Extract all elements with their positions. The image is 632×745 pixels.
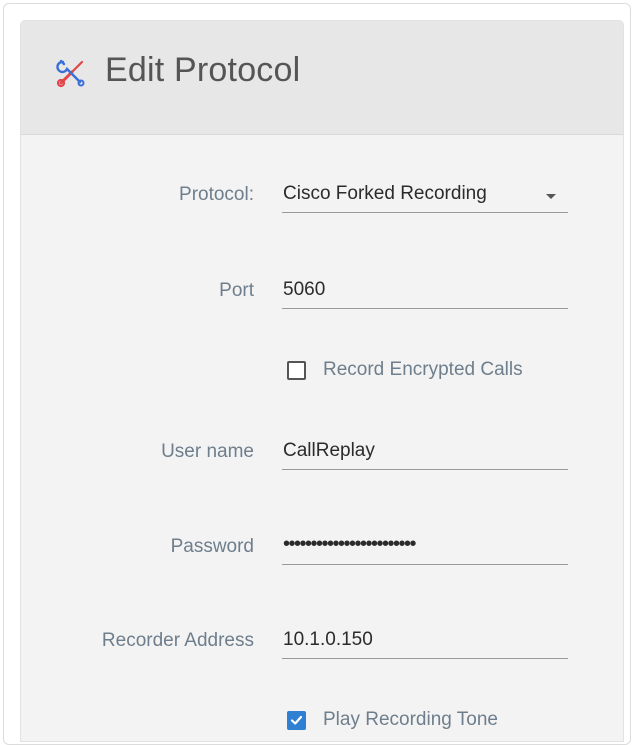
dialog-header: Edit Protocol [21, 21, 623, 135]
port-label: Port [219, 280, 254, 301]
recorder-address-input-value: 10.1.0.150 [283, 629, 373, 650]
chevron-down-icon[interactable] [546, 194, 556, 199]
recorder-address-input[interactable]: 10.1.0.150 [282, 620, 568, 659]
protocol-label: Protocol: [179, 184, 254, 205]
user-name-input-value: CallReplay [283, 440, 375, 461]
edit-protocol-dialog: Edit Protocol Protocol: Cisco Forked Rec… [20, 20, 624, 742]
tools-icon [55, 57, 87, 89]
protocol-select[interactable]: Cisco Forked Recording [282, 174, 568, 213]
record-encrypted-calls-checkbox[interactable] [287, 361, 306, 380]
dialog-title: Edit Protocol [105, 51, 301, 89]
password-masked-value: •••••••••••••••••••••••• [283, 533, 417, 555]
recorder-address-label: Recorder Address [101, 630, 254, 651]
port-input[interactable]: 5060 [282, 270, 568, 309]
dialog-frame: Edit Protocol Protocol: Cisco Forked Rec… [3, 3, 631, 745]
password-label: Password [170, 536, 254, 557]
user-name-input[interactable]: CallReplay [282, 431, 568, 470]
play-recording-tone-checkbox[interactable] [287, 711, 306, 730]
play-recording-tone-label[interactable]: Play Recording Tone [323, 709, 498, 731]
port-input-value: 5060 [283, 279, 326, 300]
protocol-select-value: Cisco Forked Recording [283, 183, 487, 204]
user-name-label: User name [161, 441, 254, 462]
password-input[interactable]: •••••••••••••••••••••••• [282, 526, 568, 565]
record-encrypted-calls-label[interactable]: Record Encrypted Calls [323, 359, 523, 381]
checkmark-icon [290, 715, 303, 725]
